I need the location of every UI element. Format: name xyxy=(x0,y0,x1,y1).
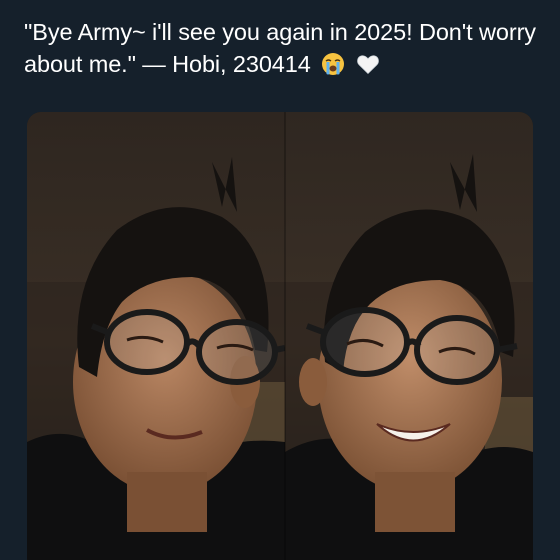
tweet-text-block: "Bye Army~ i'll see you again in 2025! D… xyxy=(24,16,544,84)
white-heart-icon xyxy=(356,52,380,84)
photo-right[interactable] xyxy=(285,112,533,560)
tweet-media[interactable] xyxy=(27,112,533,560)
tweet-card: "Bye Army~ i'll see you again in 2025! D… xyxy=(0,0,560,560)
photo-divider xyxy=(284,112,286,560)
photo-left[interactable] xyxy=(27,112,285,560)
loudly-crying-face-icon xyxy=(321,52,345,84)
tweet-text: "Bye Army~ i'll see you again in 2025! D… xyxy=(24,19,536,77)
